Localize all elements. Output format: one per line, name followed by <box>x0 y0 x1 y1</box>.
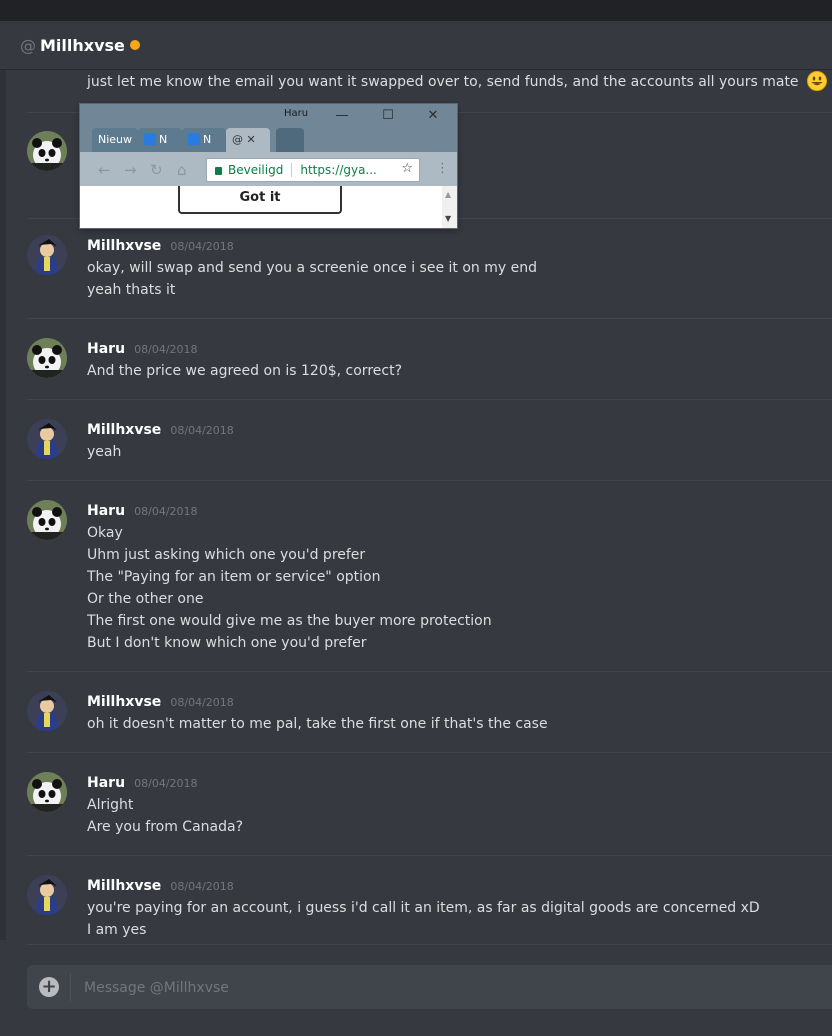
timestamp: 08/04/2018 <box>170 696 234 709</box>
message-divider <box>27 671 832 672</box>
message-header: Haru 08/04/2018 <box>87 772 198 791</box>
tab-close-icon[interactable]: ✕ <box>247 133 256 146</box>
browser-popup-window[interactable]: Haru — ☐ ✕ Nieuw N N @ ✕ ← → ↻ ⌂ Beveili… <box>80 104 457 228</box>
browser-tab[interactable]: N <box>182 128 226 152</box>
author-name[interactable]: Haru <box>87 341 125 357</box>
message-line: The "Paying for an item or service" opti… <box>87 569 381 585</box>
message-body: oh it doesn't matter to me pal, take the… <box>87 713 548 735</box>
tab-label: N <box>203 133 212 146</box>
popup-scrollbar[interactable]: ▲ ▼ <box>442 186 457 228</box>
minimize-icon[interactable]: — <box>331 108 353 124</box>
message-body: okay, will swap and send you a screenie … <box>87 257 537 301</box>
message-divider <box>27 318 832 319</box>
smiley-emoji-icon <box>807 71 827 91</box>
address-separator <box>291 163 293 177</box>
author-name[interactable]: Haru <box>87 503 125 519</box>
message-divider <box>27 480 832 481</box>
message-line: And the price we agreed on is 120$, corr… <box>87 363 402 379</box>
close-icon[interactable]: ✕ <box>422 108 444 124</box>
message-body: Alright Are you from Canada? <box>87 794 243 838</box>
message-input[interactable] <box>82 965 826 1011</box>
message-body: you're paying for an account, i guess i'… <box>87 897 760 941</box>
message-line: you're paying for an account, i guess i'… <box>87 900 760 916</box>
millhxvse-avatar[interactable] <box>27 691 67 731</box>
message-line: But I don't know which one you'd prefer <box>87 635 367 651</box>
message-header: Millhxvse 08/04/2018 <box>87 691 234 710</box>
haru-avatar[interactable] <box>27 500 67 540</box>
message-divider <box>27 944 832 945</box>
composer-separator <box>70 973 71 1001</box>
haru-avatar[interactable] <box>27 338 67 378</box>
browser-tab[interactable]: N <box>138 128 182 152</box>
secure-label: Beveiligd <box>228 163 284 177</box>
timestamp: 08/04/2018 <box>134 343 198 356</box>
author-name[interactable]: Millhxvse <box>87 878 161 894</box>
message-body: And the price we agreed on is 120$, corr… <box>87 360 402 382</box>
message-composer: + <box>27 965 832 1011</box>
message-line: just let me know the email you want it s… <box>87 71 827 93</box>
scroll-down-icon[interactable]: ▼ <box>445 214 451 223</box>
message-line: Alright <box>87 797 134 813</box>
tab-label: Nieuw <box>98 133 133 146</box>
message-line: yeah thats it <box>87 282 176 298</box>
url-text[interactable]: https://gya... <box>300 163 377 177</box>
lock-icon <box>215 167 222 175</box>
millhxvse-avatar[interactable] <box>27 419 67 459</box>
message-header: Haru 08/04/2018 <box>87 500 198 519</box>
author-name[interactable]: Millhxvse <box>87 238 161 254</box>
scroll-up-icon[interactable]: ▲ <box>445 190 451 199</box>
site-favicon-icon <box>144 133 156 145</box>
browser-menu-icon[interactable]: ⋮ <box>436 161 449 176</box>
maximize-icon[interactable]: ☐ <box>377 108 399 124</box>
millhxvse-avatar[interactable] <box>27 235 67 275</box>
timestamp: 08/04/2018 <box>134 505 198 518</box>
message-header: Millhxvse 08/04/2018 <box>87 419 234 438</box>
message-line: oh it doesn't matter to me pal, take the… <box>87 716 548 732</box>
browser-tab[interactable]: Nieuw <box>92 128 138 152</box>
message-body: Okay Uhm just asking which one you'd pre… <box>87 522 492 654</box>
author-name[interactable]: Millhxvse <box>87 694 161 710</box>
author-name[interactable]: Haru <box>87 775 125 791</box>
message-line: I am yes <box>87 922 147 938</box>
timestamp: 08/04/2018 <box>170 240 234 253</box>
timestamp: 08/04/2018 <box>134 777 198 790</box>
got-it-button[interactable]: Got it <box>178 186 342 214</box>
address-bar[interactable]: Beveiligd https://gya... ☆ <box>206 158 420 182</box>
message-divider <box>27 399 832 400</box>
bookmark-star-icon[interactable]: ☆ <box>401 161 413 176</box>
plus-circle-icon[interactable]: + <box>39 977 59 997</box>
author-name[interactable]: Millhxvse <box>87 422 161 438</box>
tab-label: @ <box>232 133 243 146</box>
timestamp: 08/04/2018 <box>170 424 234 437</box>
message-text: just let me know the email you want it s… <box>87 74 799 90</box>
new-tab-button[interactable] <box>276 128 304 152</box>
message-line: The first one would give me as the buyer… <box>87 613 492 629</box>
window-title: Haru <box>284 108 309 119</box>
reload-icon[interactable]: ↻ <box>150 161 163 179</box>
haru-avatar[interactable] <box>27 131 67 171</box>
timestamp: 08/04/2018 <box>170 880 234 893</box>
message-line: Okay <box>87 525 123 541</box>
message-header: Millhxvse 08/04/2018 <box>87 875 234 894</box>
message-header: Haru 08/04/2018 <box>87 338 198 357</box>
site-favicon-icon <box>188 133 200 145</box>
home-icon[interactable]: ⌂ <box>177 161 187 179</box>
message-line: Are you from Canada? <box>87 819 243 835</box>
browser-tab-active[interactable]: @ ✕ <box>226 128 270 152</box>
back-icon[interactable]: ← <box>98 161 111 179</box>
message-line: yeah <box>87 444 122 460</box>
message-header: Millhxvse 08/04/2018 <box>87 235 234 254</box>
message-line: Or the other one <box>87 591 204 607</box>
message-line: Uhm just asking which one you'd prefer <box>87 547 366 563</box>
millhxvse-avatar[interactable] <box>27 875 67 915</box>
message-line: okay, will swap and send you a screenie … <box>87 260 537 276</box>
tab-label: N <box>159 133 168 146</box>
message-body: yeah <box>87 441 121 463</box>
haru-avatar[interactable] <box>27 772 67 812</box>
forward-icon[interactable]: → <box>124 161 137 179</box>
message-divider <box>27 855 832 856</box>
message-divider <box>27 752 832 753</box>
